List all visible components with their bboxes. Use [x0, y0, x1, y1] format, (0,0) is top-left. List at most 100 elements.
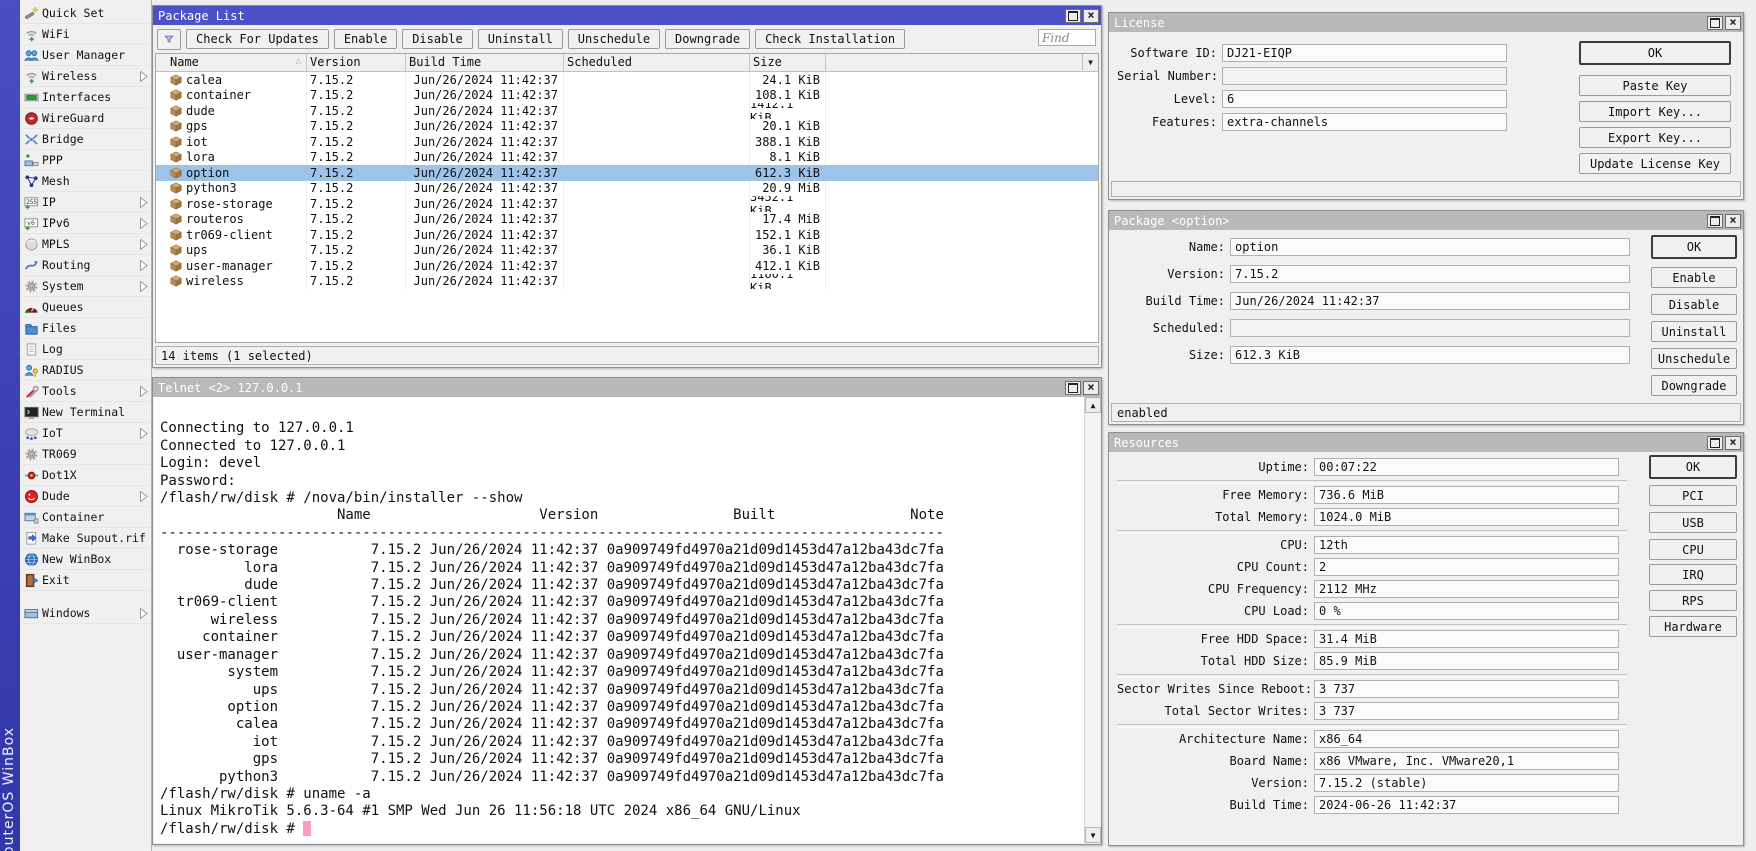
- import-key-button[interactable]: Import Key...: [1579, 101, 1731, 122]
- maximize-button[interactable]: [1707, 214, 1723, 228]
- software-id-input[interactable]: DJ21-EIQP: [1222, 44, 1507, 62]
- cpu-count-input[interactable]: 2: [1314, 558, 1619, 576]
- size-input[interactable]: 612.3 KiB: [1230, 346, 1630, 364]
- disable-button[interactable]: Disable: [402, 29, 473, 49]
- close-button[interactable]: ×: [1725, 214, 1741, 228]
- column-header-size[interactable]: Size: [750, 54, 826, 71]
- sidebar-item-container[interactable]: Container: [20, 507, 151, 528]
- enable-button[interactable]: Enable: [334, 29, 397, 49]
- sidebar-item-radius[interactable]: RADIUS: [20, 360, 151, 381]
- sidebar-item-wireless[interactable]: Wireless: [20, 66, 151, 87]
- build-time-input[interactable]: 2024-06-26 11:42:37: [1314, 796, 1619, 814]
- package-option-titlebar[interactable]: Package <option> ×: [1109, 211, 1743, 230]
- enable-button[interactable]: Enable: [1651, 267, 1737, 288]
- sidebar-item-new-winbox[interactable]: New WinBox: [20, 549, 151, 570]
- sidebar-item-routing[interactable]: Routing: [20, 255, 151, 276]
- table-row-lora[interactable]: lora7.15.2Jun/26/2024 11:42:378.1 KiB: [156, 150, 1098, 166]
- rps-button[interactable]: RPS: [1649, 590, 1737, 611]
- features-input[interactable]: extra-channels: [1222, 113, 1507, 131]
- update-license-key-button[interactable]: Update License Key: [1579, 153, 1731, 174]
- package-list-titlebar[interactable]: Package List ×: [153, 6, 1101, 25]
- sidebar-item-user-manager[interactable]: User Manager: [20, 45, 151, 66]
- version-input[interactable]: 7.15.2 (stable): [1314, 774, 1619, 792]
- ok-button[interactable]: OK: [1579, 41, 1731, 65]
- sidebar-item-iot[interactable]: IoT: [20, 423, 151, 444]
- scroll-up-button[interactable]: ▲: [1085, 397, 1101, 413]
- license-titlebar[interactable]: License ×: [1109, 13, 1743, 32]
- filter-button[interactable]: [157, 29, 181, 50]
- ok-button[interactable]: OK: [1649, 455, 1737, 479]
- terminal-scrollbar[interactable]: ▲ ▼: [1084, 397, 1101, 843]
- maximize-button[interactable]: [1707, 436, 1723, 450]
- unschedule-button[interactable]: Unschedule: [1651, 348, 1737, 369]
- maximize-button[interactable]: [1707, 16, 1723, 30]
- sidebar-item-exit[interactable]: Exit: [20, 570, 151, 591]
- sidebar-item-interfaces[interactable]: Interfaces: [20, 87, 151, 108]
- column-dropdown-button[interactable]: ▼: [1082, 54, 1098, 70]
- sidebar-item-make-supout-rif[interactable]: Make Supout.rif: [20, 528, 151, 549]
- find-input[interactable]: [1038, 29, 1096, 46]
- free-memory-input[interactable]: 736.6 MiB: [1314, 486, 1619, 504]
- sidebar-item-wireguard[interactable]: WireGuard: [20, 108, 151, 129]
- version-input[interactable]: 7.15.2: [1230, 265, 1630, 283]
- table-row-python3[interactable]: python37.15.2Jun/26/2024 11:42:3720.9 Mi…: [156, 181, 1098, 197]
- sidebar-item-mpls[interactable]: MPLS: [20, 234, 151, 255]
- table-row-user-manager[interactable]: user-manager7.15.2Jun/26/2024 11:42:3741…: [156, 258, 1098, 274]
- sidebar-item-system[interactable]: System: [20, 276, 151, 297]
- table-row-ups[interactable]: ups7.15.2Jun/26/2024 11:42:3736.1 KiB: [156, 243, 1098, 259]
- table-row-container[interactable]: container7.15.2Jun/26/2024 11:42:37108.1…: [156, 88, 1098, 104]
- sidebar-item-windows[interactable]: Windows: [20, 603, 151, 624]
- sidebar-item-bridge[interactable]: Bridge: [20, 129, 151, 150]
- uptime-input[interactable]: 00:07:22: [1314, 458, 1619, 476]
- table-row-dude[interactable]: dude7.15.2Jun/26/2024 11:42:371412.1 KiB: [156, 103, 1098, 119]
- check-for-updates-button[interactable]: Check For Updates: [186, 29, 329, 49]
- disable-button[interactable]: Disable: [1651, 294, 1737, 315]
- serial-number-input[interactable]: [1222, 67, 1507, 85]
- column-header-version[interactable]: Version: [307, 54, 406, 71]
- maximize-button[interactable]: [1065, 9, 1081, 23]
- table-row-option[interactable]: option7.15.2Jun/26/2024 11:42:37612.3 Ki…: [156, 165, 1098, 181]
- scheduled-input[interactable]: [1230, 319, 1630, 337]
- column-header-build-time[interactable]: Build Time: [406, 54, 564, 71]
- uninstall-button[interactable]: Uninstall: [1651, 321, 1737, 342]
- cpu-button[interactable]: CPU: [1649, 539, 1737, 560]
- sidebar-item-ppp[interactable]: PPP: [20, 150, 151, 171]
- table-row-calea[interactable]: calea7.15.2Jun/26/2024 11:42:3724.1 KiB: [156, 72, 1098, 88]
- downgrade-button[interactable]: Downgrade: [1651, 375, 1737, 396]
- sector-writes-since-reboot-input[interactable]: 3 737: [1314, 680, 1619, 698]
- free-hdd-space-input[interactable]: 31.4 MiB: [1314, 630, 1619, 648]
- table-row-wireless[interactable]: wireless7.15.2Jun/26/2024 11:42:371180.1…: [156, 274, 1098, 290]
- architecture-name-input[interactable]: x86_64: [1314, 730, 1619, 748]
- terminal-area[interactable]: Connecting to 127.0.0.1 Connected to 127…: [154, 397, 1100, 843]
- column-header-scheduled[interactable]: Scheduled: [564, 54, 750, 71]
- sidebar-item-quick-set[interactable]: Quick Set: [20, 3, 151, 24]
- sidebar-item-ipv6[interactable]: v6IPv6: [20, 213, 151, 234]
- total-sector-writes-input[interactable]: 3 737: [1314, 702, 1619, 720]
- build-time-input[interactable]: Jun/26/2024 11:42:37: [1230, 292, 1630, 310]
- cpu-frequency-input[interactable]: 2112 MHz: [1314, 580, 1619, 598]
- uninstall-button[interactable]: Uninstall: [478, 29, 563, 49]
- sidebar-item-wifi[interactable]: WiFi: [20, 24, 151, 45]
- resources-titlebar[interactable]: Resources ×: [1109, 433, 1743, 452]
- close-button[interactable]: ×: [1083, 9, 1099, 23]
- export-key-button[interactable]: Export Key...: [1579, 127, 1731, 148]
- scroll-down-button[interactable]: ▼: [1085, 827, 1101, 843]
- sidebar-item-new-terminal[interactable]: New Terminal: [20, 402, 151, 423]
- name-input[interactable]: option: [1230, 238, 1630, 256]
- table-row-routeros[interactable]: routeros7.15.2Jun/26/2024 11:42:3717.4 M…: [156, 212, 1098, 228]
- maximize-button[interactable]: [1065, 381, 1081, 395]
- telnet-titlebar[interactable]: Telnet <2> 127.0.0.1 ×: [153, 378, 1101, 397]
- sidebar-item-queues[interactable]: Queues: [20, 297, 151, 318]
- column-header-name[interactable]: Name△: [156, 54, 307, 71]
- sidebar-item-files[interactable]: Files: [20, 318, 151, 339]
- table-row-tr069-client[interactable]: tr069-client7.15.2Jun/26/2024 11:42:3715…: [156, 227, 1098, 243]
- close-button[interactable]: ×: [1083, 381, 1099, 395]
- sidebar-item-ip[interactable]: 255IP: [20, 192, 151, 213]
- level-input[interactable]: 6: [1222, 90, 1507, 108]
- total-hdd-size-input[interactable]: 85.9 MiB: [1314, 652, 1619, 670]
- table-row-iot[interactable]: iot7.15.2Jun/26/2024 11:42:37388.1 KiB: [156, 134, 1098, 150]
- sidebar-item-tools[interactable]: Tools: [20, 381, 151, 402]
- sidebar-item-mesh[interactable]: Mesh: [20, 171, 151, 192]
- table-row-gps[interactable]: gps7.15.2Jun/26/2024 11:42:3720.1 KiB: [156, 119, 1098, 135]
- close-button[interactable]: ×: [1725, 16, 1741, 30]
